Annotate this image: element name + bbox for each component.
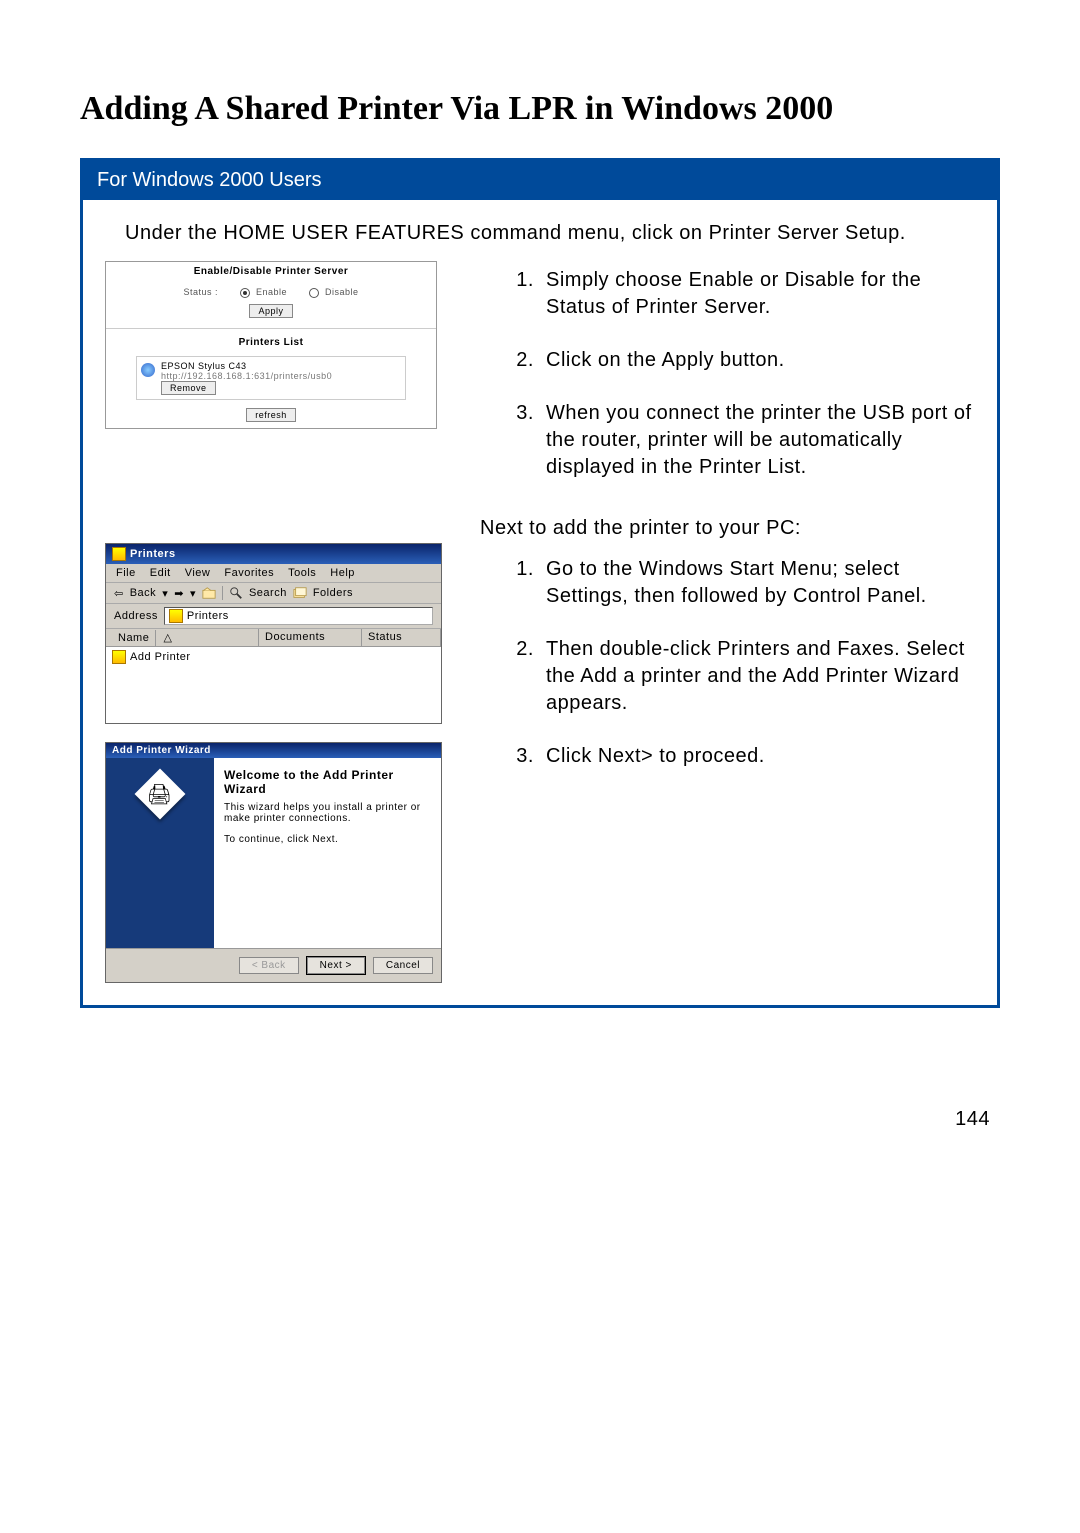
wizard-back-button: < Back: [239, 957, 299, 974]
menu-tools[interactable]: Tools: [288, 567, 316, 579]
forward-arrow-icon[interactable]: ➡: [174, 587, 184, 600]
forward-dropdown-icon[interactable]: ▾: [190, 587, 196, 600]
col-status[interactable]: Status: [362, 629, 441, 646]
printers-explorer-screenshot: Printers File Edit View Favorites Tools …: [105, 543, 442, 724]
remove-button[interactable]: Remove: [161, 381, 216, 395]
address-label: Address: [114, 610, 158, 622]
refresh-button[interactable]: refresh: [246, 408, 296, 422]
wizard-printer-icon: 🖨: [135, 769, 186, 820]
printer-list-item: EPSON Stylus C43 http://192.168.168.1:63…: [136, 356, 406, 400]
wizard-desc-line2: To continue, click Next.: [224, 834, 431, 845]
wizard-side-panel: 🖨: [106, 758, 214, 948]
printers-list-header: Printers List: [106, 333, 436, 352]
intro-text: Under the HOME USER FEATURES command men…: [125, 222, 975, 245]
step-b2: Then double-click Printers and Faxes. Se…: [540, 636, 975, 717]
wizard-welcome-title: Welcome to the Add Printer Wizard: [224, 768, 431, 796]
add-printer-wizard-screenshot: Add Printer Wizard 🖨 Welcome to the Add …: [105, 742, 442, 983]
radio-disable-icon[interactable]: [309, 288, 319, 298]
apply-button[interactable]: Apply: [249, 304, 292, 318]
add-printer-item[interactable]: Add Printer: [112, 650, 435, 664]
col-name[interactable]: Name △: [106, 629, 259, 646]
step-a2: Click on the Apply button.: [540, 347, 975, 374]
radio-enable-icon[interactable]: [240, 288, 250, 298]
step-b1: Go to the Windows Start Menu; select Set…: [540, 556, 975, 610]
back-arrow-icon[interactable]: ⇦: [114, 587, 124, 600]
menu-view[interactable]: View: [185, 567, 211, 579]
add-printer-icon: [112, 650, 126, 664]
panel-header: Enable/Disable Printer Server: [106, 262, 436, 281]
page-number: 144: [80, 1108, 990, 1131]
section-body: Under the HOME USER FEATURES command men…: [83, 200, 997, 1005]
col-documents[interactable]: Documents: [259, 629, 362, 646]
printer-item-name: EPSON Stylus C43: [161, 361, 332, 371]
printer-item-url: http://192.168.168.1:631/printers/usb0: [161, 371, 332, 381]
printers-folder-icon: [112, 547, 126, 561]
printer-icon: [141, 363, 155, 377]
search-icon[interactable]: [229, 586, 243, 600]
explorer-menubar[interactable]: File Edit View Favorites Tools Help: [106, 564, 441, 583]
menu-favorites[interactable]: Favorites: [224, 567, 274, 579]
page-title: Adding A Shared Printer Via LPR in Windo…: [80, 90, 1000, 128]
menu-help[interactable]: Help: [330, 567, 355, 579]
up-folder-icon[interactable]: [202, 586, 216, 600]
wizard-titlebar: Add Printer Wizard: [106, 743, 441, 758]
radio-disable-label: Disable: [325, 287, 359, 297]
add-printer-label: Add Printer: [130, 651, 191, 663]
steps-list-a: Simply choose Enable or Disable for the …: [480, 267, 975, 481]
back-dropdown-icon[interactable]: ▾: [162, 587, 168, 600]
section-container: For Windows 2000 Users Under the HOME US…: [80, 158, 1000, 1008]
folders-icon[interactable]: [293, 586, 307, 600]
status-label: Status :: [183, 287, 218, 298]
search-label[interactable]: Search: [249, 587, 287, 599]
menu-edit[interactable]: Edit: [150, 567, 171, 579]
folders-label[interactable]: Folders: [313, 587, 353, 599]
sub-intro-text: Next to add the printer to your PC:: [480, 517, 975, 540]
wizard-desc-line1: This wizard helps you install a printer …: [224, 802, 431, 824]
printer-server-panel-screenshot: Enable/Disable Printer Server Status : E…: [105, 261, 437, 429]
step-a1: Simply choose Enable or Disable for the …: [540, 267, 975, 321]
wizard-next-button[interactable]: Next >: [307, 957, 365, 974]
step-b3: Click Next> to proceed.: [540, 743, 975, 770]
printers-folder-icon: [169, 609, 183, 623]
back-label[interactable]: Back: [130, 587, 156, 599]
window-title: Printers: [130, 548, 176, 560]
explorer-toolbar[interactable]: ⇦ Back ▾ ➡ ▾ Search: [106, 583, 441, 604]
address-value: Printers: [187, 610, 229, 622]
list-column-headers[interactable]: Name △ Documents Status: [106, 629, 441, 647]
steps-list-b: Go to the Windows Start Menu; select Set…: [480, 556, 975, 770]
step-a3: When you connect the printer the USB por…: [540, 400, 975, 481]
radio-enable-label: Enable: [256, 287, 287, 297]
section-header-bar: For Windows 2000 Users: [83, 161, 997, 200]
address-field[interactable]: Printers: [164, 607, 433, 625]
menu-file[interactable]: File: [116, 567, 136, 579]
wizard-cancel-button[interactable]: Cancel: [373, 957, 433, 974]
